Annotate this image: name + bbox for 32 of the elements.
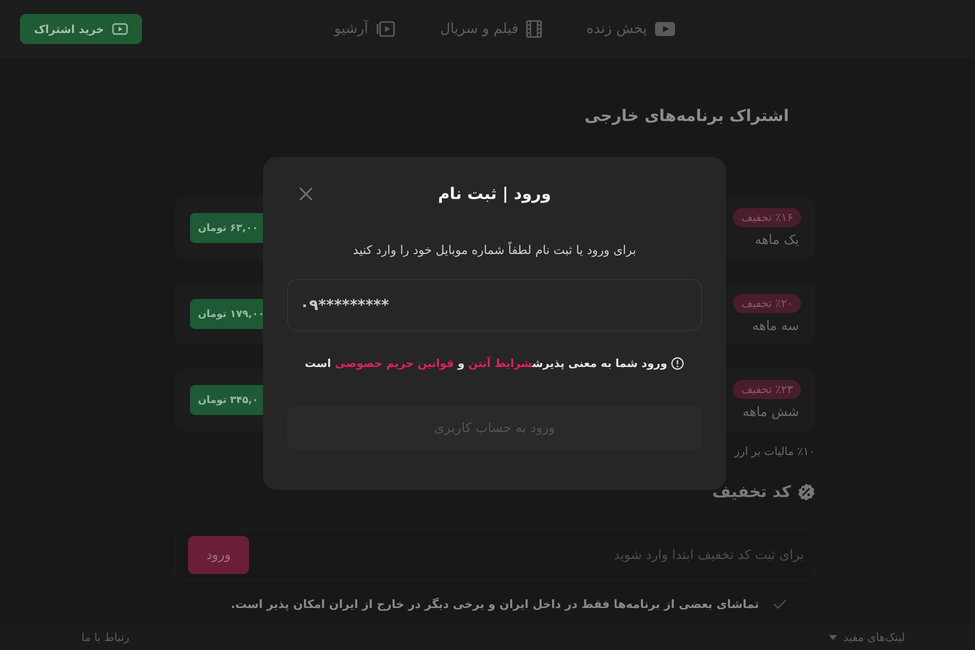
percent-badge-icon — [797, 482, 815, 500]
film-strip-icon — [526, 20, 542, 38]
footer-link[interactable]: رتباط با ما — [81, 630, 130, 644]
close-icon[interactable] — [299, 187, 313, 201]
terms-link[interactable]: قوانین حریم خصوصی — [334, 357, 454, 370]
nav-link[interactable]: فیلم و سریال — [440, 20, 542, 38]
plan-name: سه ماهه — [752, 319, 800, 334]
terms-sentence: ورود شما به معنی پذیرششرایط آنتن و قوانین حریم خصوصی است — [304, 357, 668, 370]
info-note: تماشای بعضی از برنامه‌ها فقط در داخل ایران و برخی دیگر در خارج از ایران امکان پذیر است. — [230, 597, 759, 611]
login-button[interactable]: ورود — [188, 536, 249, 574]
nav-link[interactable]: پخش زنده — [586, 20, 675, 38]
buy-subscription-button[interactable]: خرید اشتراک — [20, 14, 142, 44]
check-icon — [773, 599, 787, 609]
tax-note: ٪۱۰ مالیات بر ارز — [734, 445, 815, 458]
footer-link[interactable]: لینک‌های مفید — [829, 630, 905, 644]
caret-icon — [829, 634, 838, 640]
nav-link[interactable]: آرشیو — [334, 20, 396, 38]
plan-name: شش ماهه — [742, 405, 800, 420]
discount-badge: ٪۲۳ تخفیف — [733, 380, 801, 399]
section-title: کد تخفیف — [712, 482, 791, 501]
section-title: اشتراک برنامه‌های خارجی — [584, 105, 789, 127]
info-icon — [671, 357, 684, 370]
play-box-icon — [376, 20, 396, 38]
dialog-title: ورود | ثبت نام — [438, 184, 552, 202]
discount-badge: ٪۲۰ تخفیف — [733, 294, 801, 313]
play-icon — [655, 21, 675, 37]
terms-link[interactable]: شرایط آنتن — [468, 357, 532, 370]
phone-input-field[interactable]: ۰۹********* — [287, 279, 702, 331]
plan-name: یک ماهه — [754, 233, 800, 248]
instruction-text: برای ورود یا ثبت نام لطفاً شماره موبایل خود را وارد کنید — [352, 243, 638, 257]
discount-badge: ٪۱۶ تخفیف — [733, 208, 801, 227]
play-box-icon — [112, 23, 128, 35]
